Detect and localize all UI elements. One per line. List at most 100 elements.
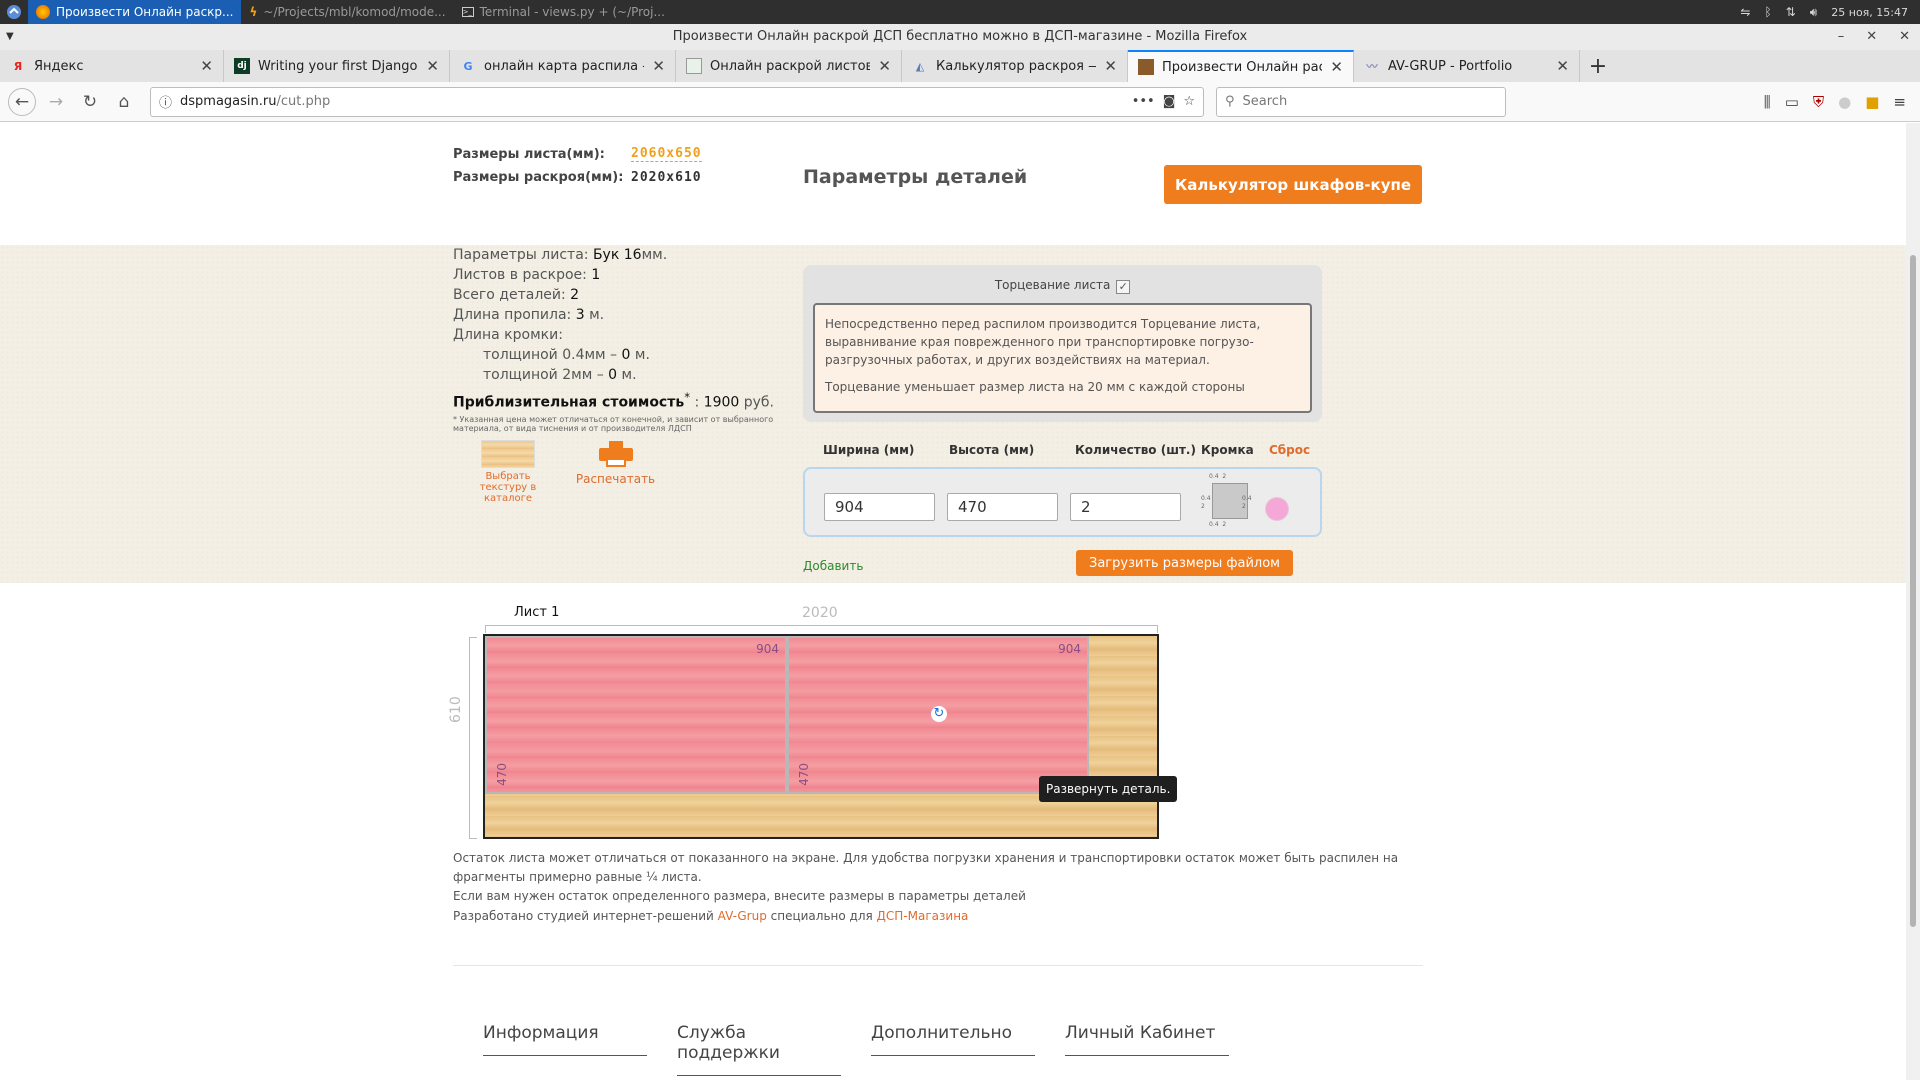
maximize-button[interactable]: ✕ bbox=[1866, 24, 1877, 50]
height-dimension-line bbox=[469, 637, 477, 839]
texture-picker[interactable]: Выбрать текстуру в каталоге bbox=[463, 440, 553, 504]
window-menu-icon[interactable]: ▼ bbox=[6, 24, 14, 50]
scrollbar-thumb[interactable] bbox=[1910, 255, 1916, 927]
back-button[interactable]: ← bbox=[8, 87, 36, 116]
cut-piece[interactable]: 904 470 ↻ bbox=[787, 636, 1089, 794]
summary-block: Параметры листа: Бук 16мм. Листов в раск… bbox=[453, 245, 793, 433]
reload-button[interactable]: ↻ bbox=[76, 88, 104, 116]
edge-column-header: Кромка bbox=[1201, 443, 1254, 457]
edge-bottom-labels[interactable]: 0.4 2 bbox=[1209, 521, 1226, 528]
credit-line: Разработано студией интернет-решений AV-… bbox=[453, 909, 969, 923]
volume-icon[interactable]: 🔊︎ bbox=[1810, 5, 1818, 20]
flag-icon[interactable]: ■ bbox=[1865, 93, 1879, 111]
remove-detail-icon[interactable] bbox=[1265, 497, 1289, 521]
extension-icon[interactable]: ● bbox=[1838, 93, 1851, 111]
page-icon: ◭ bbox=[915, 59, 925, 73]
footer-extra-heading: Дополнительно bbox=[871, 1023, 1035, 1056]
bluetooth-icon[interactable]: ᛒ bbox=[1764, 5, 1771, 19]
edge-right-labels[interactable]: 0.4 2 bbox=[1242, 495, 1252, 511]
print-button[interactable]: Распечатать bbox=[573, 441, 658, 486]
piece-height-label: 470 bbox=[797, 763, 811, 786]
sheet-size-label: Размеры листа(мм): bbox=[453, 146, 605, 162]
wardrobe-calculator-button[interactable]: Калькулятор шкафов-купе bbox=[1164, 165, 1422, 204]
qty-input[interactable]: 2 bbox=[1070, 493, 1181, 521]
url-bar[interactable]: ⓘ dspmagasin.ru/cut.php ••• ◙ ☆ bbox=[150, 86, 1204, 117]
height-input[interactable]: 470 bbox=[947, 493, 1058, 521]
ublock-icon[interactable]: ⛨ bbox=[1813, 93, 1824, 111]
minimize-button[interactable]: – bbox=[1838, 24, 1845, 50]
studio-link[interactable]: AV-Grup bbox=[718, 909, 767, 923]
piece-height-label: 470 bbox=[495, 763, 509, 786]
tab-active-cut[interactable]: Произвести Онлайн раскрой ✕ bbox=[1128, 50, 1354, 82]
info-icon[interactable]: ⓘ bbox=[159, 92, 172, 111]
edge-top-labels[interactable]: 0.4 2 bbox=[1209, 473, 1226, 480]
forward-button[interactable]: → bbox=[42, 88, 70, 116]
menu-icon[interactable]: ≡ bbox=[1893, 93, 1906, 111]
tab-google[interactable]: G онлайн карта распила - Пои ✕ bbox=[450, 50, 676, 82]
tab-online-cut[interactable]: Онлайн раскрой листовых м ✕ bbox=[676, 50, 902, 82]
window-titlebar: ▼ Произвести Онлайн раскрой ДСП бесплатн… bbox=[0, 24, 1920, 50]
reset-link[interactable]: Сброс bbox=[1269, 443, 1310, 457]
tab-label: Произвести Онлайн раскрой bbox=[1162, 59, 1323, 75]
tab-calculator[interactable]: ◭ Калькулятор раскроя — TBL ✕ bbox=[902, 50, 1128, 82]
search-bar[interactable]: ⚲ Search bbox=[1216, 86, 1506, 117]
cut-size-value: 2020x610 bbox=[631, 169, 702, 185]
trim-checkbox[interactable]: ✓ bbox=[1116, 280, 1131, 294]
library-icon[interactable]: ⫼ bbox=[1764, 93, 1771, 111]
texture-link[interactable]: Выбрать текстуру в каталоге bbox=[463, 471, 553, 504]
close-icon[interactable]: ✕ bbox=[1556, 57, 1569, 75]
piece-width-label: 904 bbox=[756, 642, 779, 656]
network-icon[interactable]: ⇋ bbox=[1740, 5, 1750, 19]
footer-account-heading: Личный Кабинет bbox=[1065, 1023, 1229, 1056]
search-input[interactable]: Search bbox=[1243, 94, 1288, 109]
taskbar-label: Terminal - views.py + (~/Proj... bbox=[479, 5, 665, 19]
sheet-size-value[interactable]: 2060x650 bbox=[631, 146, 702, 162]
taskbar-item-editor[interactable]: ϟ ~/Projects/mbl/komod/mode... bbox=[241, 0, 453, 24]
taskbar-label: ~/Projects/mbl/komod/mode... bbox=[263, 5, 446, 19]
qty-column-header: Количество (шт.) bbox=[1075, 443, 1196, 457]
url-text[interactable]: dspmagasin.ru/cut.php bbox=[180, 94, 1124, 109]
print-link[interactable]: Распечатать bbox=[573, 472, 658, 486]
clock[interactable]: 25 ноя, 15:47 bbox=[1831, 6, 1908, 19]
cost-note: * Указанная цена может отличаться от кон… bbox=[453, 414, 774, 433]
close-icon[interactable]: ✕ bbox=[1104, 57, 1117, 75]
edge-selector[interactable]: 0.4 2 0.4 2 0.4 2 0.4 2 bbox=[1201, 473, 1253, 531]
transfer-icon[interactable]: ⇅ bbox=[1786, 5, 1796, 19]
tab-django[interactable]: dj Writing your first Django app, ✕ bbox=[224, 50, 450, 82]
close-icon[interactable]: ✕ bbox=[1330, 58, 1343, 76]
page-icon bbox=[686, 58, 702, 74]
new-tab-button[interactable]: + bbox=[1580, 50, 1616, 82]
tab-yandex[interactable]: Я Яндекс ✕ bbox=[0, 50, 224, 82]
taskbar-item-terminal[interactable]: >_ Terminal - views.py + (~/Proj... bbox=[454, 0, 673, 24]
close-icon[interactable]: ✕ bbox=[878, 57, 891, 75]
sheet-width-label: 2020 bbox=[802, 605, 838, 621]
sheet-height-label: 610 bbox=[448, 696, 464, 723]
tab-label: онлайн карта распила - Пои bbox=[484, 58, 644, 74]
rotate-piece-icon[interactable]: ↻ bbox=[931, 706, 947, 722]
close-button[interactable]: ✕ bbox=[1899, 24, 1910, 50]
add-detail-link[interactable]: Добавить bbox=[803, 559, 863, 573]
tab-portfolio[interactable]: 〰 AV-GRUP - Portfolio ✕ bbox=[1354, 50, 1580, 82]
close-icon[interactable]: ✕ bbox=[652, 57, 665, 75]
yandex-icon: Я bbox=[13, 59, 23, 73]
home-button[interactable]: ⌂ bbox=[110, 88, 138, 116]
width-input[interactable]: 904 bbox=[824, 493, 935, 521]
page-actions-icon[interactable]: ••• bbox=[1132, 94, 1155, 109]
cut-piece[interactable]: 904 470 bbox=[485, 636, 787, 794]
shop-link[interactable]: ДСП-Магазина bbox=[877, 909, 969, 923]
trim-label: Торцевание листа bbox=[994, 278, 1111, 292]
close-icon[interactable]: ✕ bbox=[426, 57, 439, 75]
taskbar-item-firefox[interactable]: Произвести Онлайн раскр... bbox=[28, 0, 242, 24]
bookmark-star-icon[interactable]: ☆ bbox=[1183, 94, 1195, 109]
edge-left-labels[interactable]: 0.4 2 bbox=[1201, 495, 1211, 511]
upload-sizes-button[interactable]: Загрузить размеры файлом bbox=[1076, 550, 1293, 576]
page-scrollbar[interactable] bbox=[1906, 123, 1920, 1080]
sidebar-icon[interactable]: ▭ bbox=[1785, 93, 1799, 111]
close-icon[interactable]: ✕ bbox=[200, 57, 213, 75]
footer-divider bbox=[453, 965, 1423, 966]
whisker-menu-icon[interactable] bbox=[0, 0, 28, 24]
remainder-hint: Если вам нужен остаток определенного раз… bbox=[453, 889, 1026, 903]
sheets-line: Листов в раскрое: 1 bbox=[453, 267, 601, 283]
pocket-icon[interactable]: ◙ bbox=[1163, 94, 1176, 109]
tab-label: Яндекс bbox=[34, 58, 84, 74]
